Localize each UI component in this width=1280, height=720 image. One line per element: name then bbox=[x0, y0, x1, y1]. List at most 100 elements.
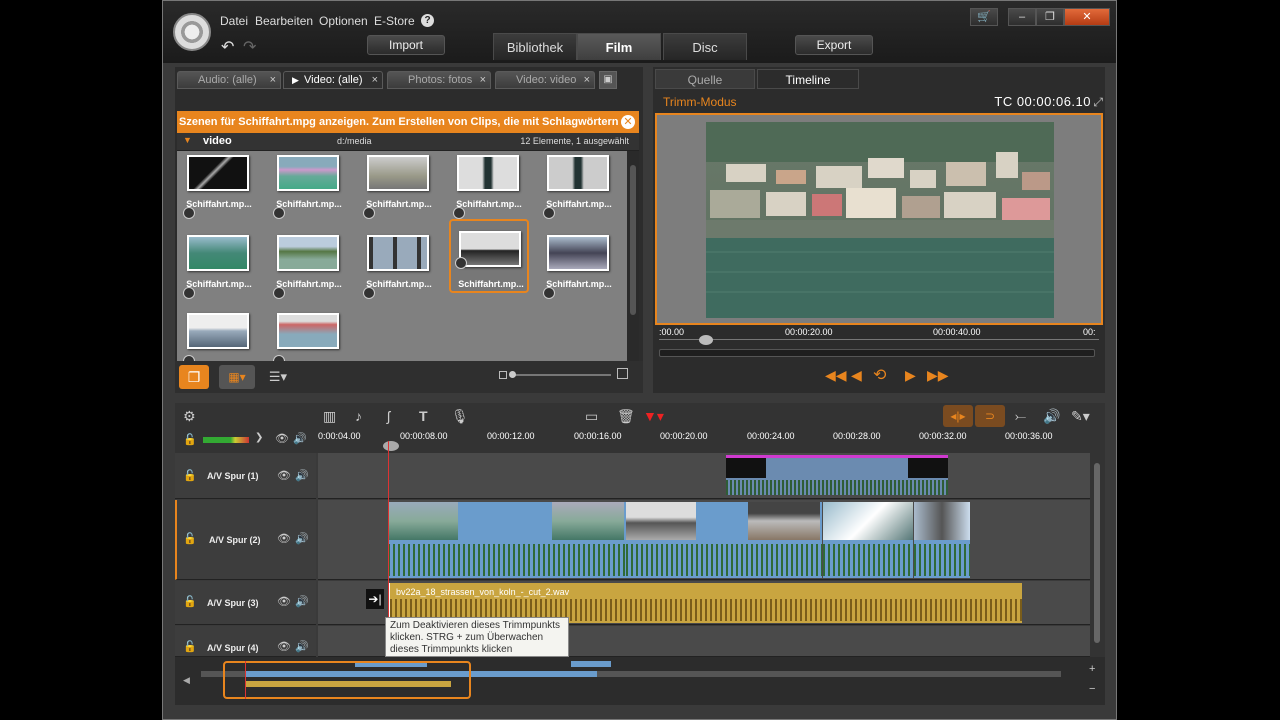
lock-icon[interactable]: 🔓 bbox=[183, 640, 197, 653]
close-button[interactable]: ✕ bbox=[1064, 8, 1110, 26]
track-body-2[interactable] bbox=[318, 500, 1090, 580]
scroll-thumb[interactable] bbox=[630, 165, 636, 315]
close-tab-icon[interactable]: × bbox=[270, 72, 276, 88]
close-tab-icon[interactable]: × bbox=[372, 72, 378, 88]
cart-icon[interactable]: 🛒 bbox=[970, 8, 998, 26]
media-thumb[interactable]: Schiffahrt.mp... bbox=[539, 233, 619, 303]
lock-icon[interactable]: 🔓 bbox=[183, 433, 197, 446]
playhead-handle[interactable] bbox=[699, 335, 713, 345]
tab-disc[interactable]: Disc bbox=[663, 33, 747, 60]
effects-icon[interactable]: ʃ bbox=[387, 408, 390, 424]
media-thumb[interactable]: Schiffahrt.mp... bbox=[359, 153, 439, 223]
minimize-button[interactable]: – bbox=[1008, 8, 1036, 26]
close-notice-icon[interactable]: ✕ bbox=[621, 115, 635, 129]
jump-end-icon[interactable]: ▶▶ bbox=[927, 367, 949, 384]
media-thumb[interactable]: Schiffahrt.mp... bbox=[179, 153, 259, 223]
media-thumb[interactable] bbox=[269, 311, 349, 361]
jump-start-icon[interactable]: ◀◀ bbox=[825, 367, 847, 384]
video-clip[interactable] bbox=[626, 502, 822, 578]
media-thumb[interactable]: Schiffahrt.mp... bbox=[179, 233, 259, 303]
zoom-in-icon[interactable]: + bbox=[1089, 663, 1095, 675]
lib-tab-video2[interactable]: Video: video × bbox=[495, 71, 595, 89]
tab-quelle[interactable]: Quelle bbox=[655, 69, 755, 89]
eye-icon[interactable]: 👁 bbox=[277, 532, 291, 545]
media-thumb[interactable]: Schiffahrt.mp... bbox=[539, 153, 619, 223]
export-button[interactable]: Export bbox=[795, 35, 873, 55]
eye-icon[interactable]: 👁 bbox=[277, 469, 291, 482]
lib-tab-audio[interactable]: Audio: (alle) × bbox=[177, 71, 281, 89]
speaker-icon[interactable]: 🔊 bbox=[295, 640, 309, 653]
zoom-slider[interactable] bbox=[511, 374, 611, 376]
stack-view-icon[interactable]: ❐ bbox=[179, 365, 209, 389]
settings-icon[interactable]: ⚙ bbox=[183, 408, 196, 425]
insert-mode-icon[interactable]: ⊃ bbox=[975, 405, 1005, 427]
help-icon[interactable]: ? bbox=[421, 14, 434, 27]
timeline-playhead-handle[interactable] bbox=[383, 441, 399, 451]
speaker-icon[interactable]: 🔊 bbox=[295, 469, 309, 482]
magnet-icon[interactable]: ◂|▸ bbox=[943, 405, 973, 427]
timeline-vscroll[interactable] bbox=[1090, 453, 1105, 657]
track-body-1[interactable] bbox=[318, 453, 1090, 499]
tab-timeline[interactable]: Timeline bbox=[757, 69, 859, 89]
collapse-icon[interactable]: ▼ bbox=[183, 135, 192, 145]
eye-icon[interactable]: 👁 bbox=[275, 432, 289, 445]
scroll-left-icon[interactable]: ◀ bbox=[183, 675, 190, 686]
title-icon[interactable]: T bbox=[419, 408, 428, 424]
tab-film[interactable]: Film bbox=[577, 33, 661, 60]
overview-viewport[interactable] bbox=[223, 661, 471, 699]
lib-tab-photos[interactable]: Photos: fotos × bbox=[387, 71, 491, 89]
audio-scrub-icon[interactable]: 🔊 bbox=[1043, 408, 1060, 425]
speaker-icon[interactable]: 🔊 bbox=[295, 532, 309, 545]
close-tab-icon[interactable]: × bbox=[480, 72, 486, 88]
close-tab-icon[interactable]: × bbox=[584, 72, 590, 88]
scorefitter-icon[interactable]: ♪ bbox=[355, 408, 362, 424]
scroll-thumb[interactable] bbox=[1094, 463, 1100, 643]
video-clip[interactable] bbox=[914, 502, 970, 578]
step-forward-icon[interactable]: ▶ bbox=[905, 367, 916, 384]
menu-estore[interactable]: E-Store bbox=[374, 14, 415, 28]
play-icon[interactable] bbox=[455, 257, 467, 269]
media-thumb[interactable] bbox=[179, 311, 259, 361]
eye-icon[interactable]: 👁 bbox=[277, 595, 291, 608]
menu-bearbeiten[interactable]: Bearbeiten bbox=[255, 14, 313, 28]
track-header-1[interactable]: 🔓 A/V Spur (1) 👁 🔊 bbox=[175, 453, 316, 499]
grid-view-icon[interactable]: ▦▾ bbox=[219, 365, 255, 389]
media-thumb[interactable]: Schiffahrt.mp... bbox=[269, 153, 349, 223]
marker-icon[interactable]: ▼▾ bbox=[643, 408, 664, 425]
tools-icon[interactable]: ✎▾ bbox=[1071, 408, 1090, 425]
media-thumb[interactable]: Schiffahrt.mp... bbox=[359, 233, 439, 303]
step-back-icon[interactable]: ◀ bbox=[851, 367, 862, 384]
redo-icon[interactable]: ↷ bbox=[243, 37, 256, 57]
media-thumb[interactable]: Schiffahrt.mp... bbox=[449, 153, 529, 223]
tab-bibliothek[interactable]: Bibliothek bbox=[493, 33, 577, 60]
lib-tab-video[interactable]: ▶ Video: (alle) × bbox=[283, 71, 383, 89]
voiceover-icon[interactable]: 🎙 bbox=[451, 408, 469, 425]
undo-icon[interactable]: ↶ bbox=[221, 37, 234, 57]
trim-point-icon[interactable]: ➔| bbox=[366, 589, 384, 609]
media-thumb[interactable]: Schiffahrt.mp... bbox=[269, 233, 349, 303]
video-clip[interactable] bbox=[823, 502, 913, 578]
fullscreen-icon[interactable]: ⤢ bbox=[1093, 95, 1103, 110]
track-header-4[interactable]: 🔓 A/V Spur (4) 👁 🔊 bbox=[175, 626, 316, 657]
audio-mixer-icon[interactable]: ▥ bbox=[323, 408, 336, 425]
lock-icon[interactable]: 🔓 bbox=[183, 595, 197, 608]
expand-icon[interactable]: ❯ bbox=[255, 432, 263, 443]
delete-icon[interactable]: 🗑 bbox=[617, 408, 635, 425]
lock-icon[interactable]: 🔓 bbox=[183, 469, 197, 482]
track-header-3[interactable]: 🔓 A/V Spur (3) 👁 🔊 bbox=[175, 581, 316, 625]
speaker-icon[interactable]: 🔊 bbox=[293, 432, 307, 445]
new-tab-icon[interactable]: ▣ bbox=[599, 71, 617, 89]
loop-play-icon[interactable]: ⟲ bbox=[873, 365, 886, 385]
scrub-bar[interactable] bbox=[659, 349, 1095, 357]
import-button[interactable]: Import bbox=[367, 35, 445, 55]
menu-optionen[interactable]: Optionen bbox=[319, 14, 368, 28]
razor-icon[interactable]: ▭ bbox=[585, 408, 598, 425]
lock-icon[interactable]: 🔓 bbox=[183, 532, 197, 545]
library-scrollbar[interactable] bbox=[627, 151, 639, 361]
media-thumb-selected[interactable]: Schiffahrt.mp... bbox=[449, 219, 529, 293]
eye-icon[interactable]: 👁 bbox=[277, 640, 291, 653]
zoom-slider-handle[interactable] bbox=[509, 371, 516, 378]
video-clip[interactable] bbox=[726, 455, 948, 495]
menu-datei[interactable]: Datei bbox=[220, 14, 248, 28]
speaker-icon[interactable]: 🔊 bbox=[295, 595, 309, 608]
